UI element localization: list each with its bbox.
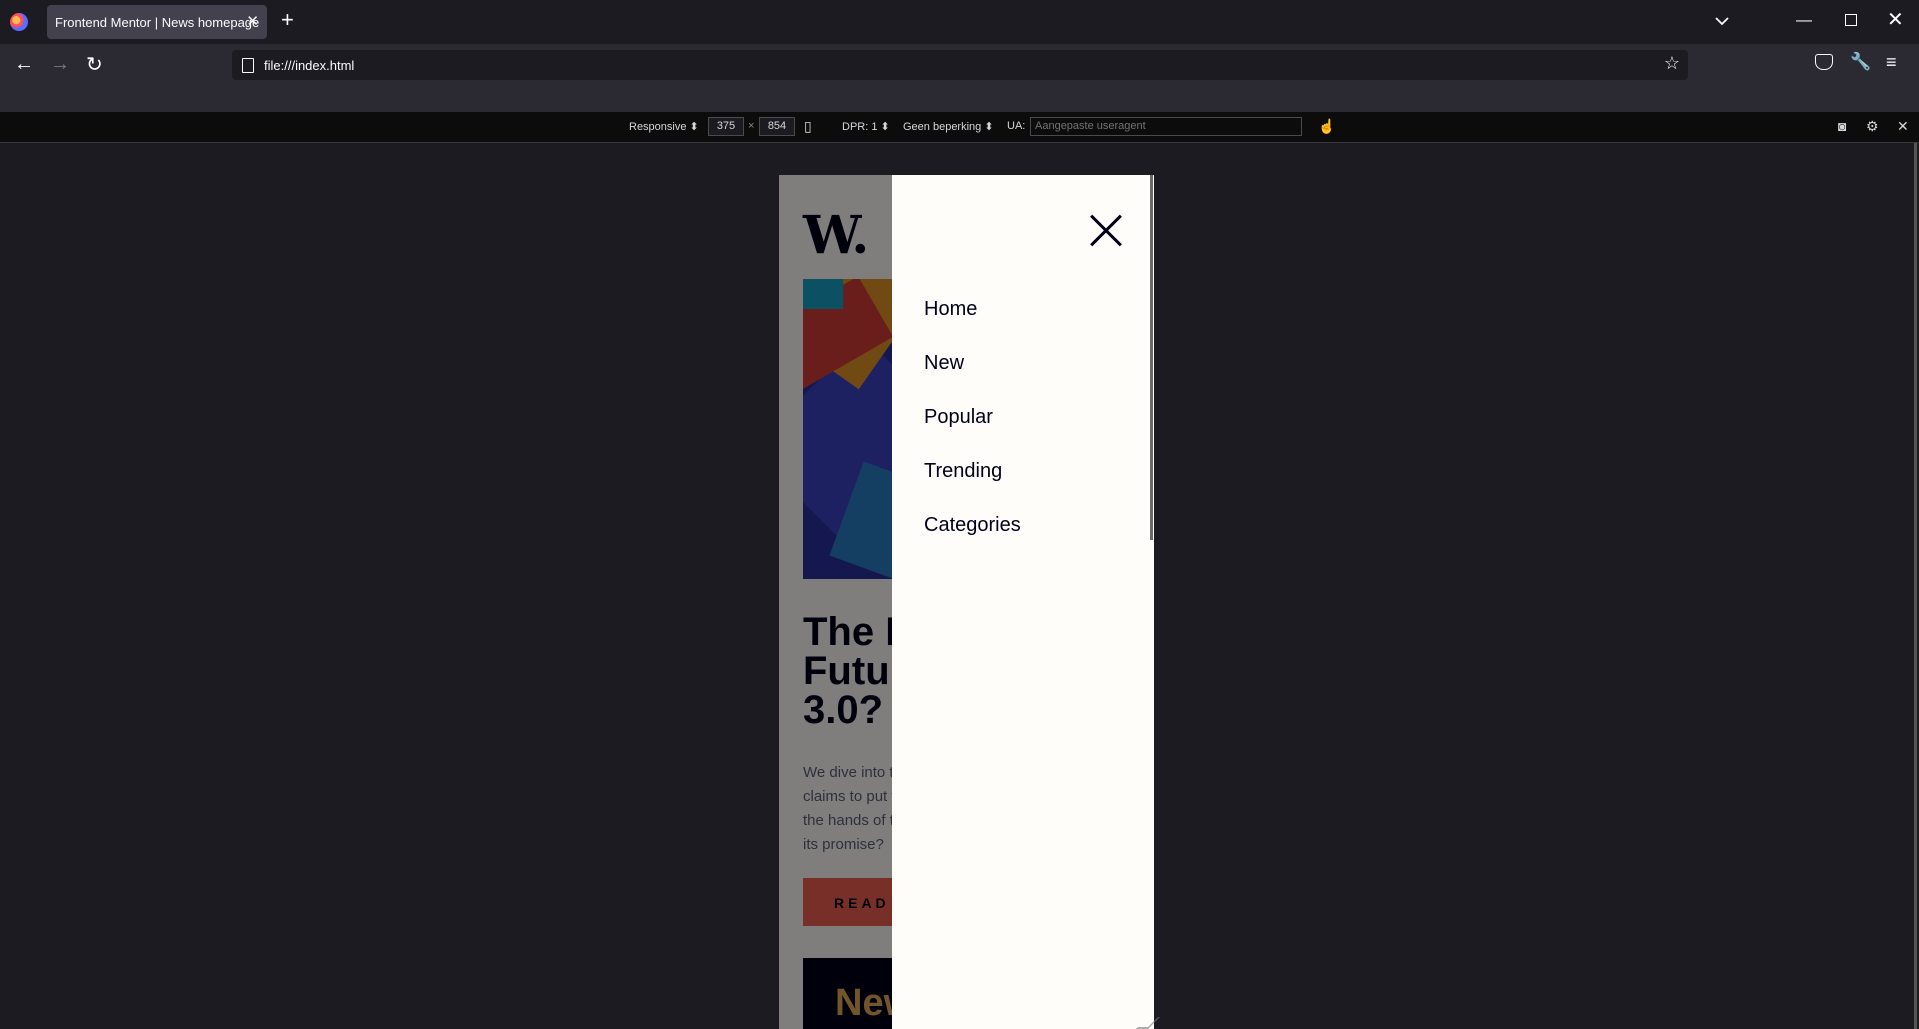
menu-item-popular[interactable]: Popular [924,405,1021,459]
close-window-icon[interactable]: ✕ [1887,7,1904,32]
device-viewport: W. The Bright Future of Web 3.0? We dive… [779,175,1154,1029]
star-icon[interactable]: ☆ [1664,53,1680,74]
device-selector[interactable]: Responsive ⬍ [629,120,699,133]
menu-item-new[interactable]: New [924,351,1021,405]
restore-window-icon[interactable] [1845,14,1857,26]
new-tab-button[interactable]: + [281,9,294,31]
network-throttle-selector[interactable]: Geen beperking ⬍ [903,120,994,133]
outer-scrollbar[interactable] [1914,143,1917,1029]
wrench-icon[interactable]: 🔧 [1850,52,1871,72]
settings-gear-icon[interactable]: ⚙ [1866,118,1879,135]
screenshot-icon[interactable]: ◙ [1838,118,1846,134]
user-agent-placeholder: Aangepaste useragent [1035,120,1146,132]
minimize-window-icon[interactable]: — [1796,12,1812,30]
viewport-scrollbar[interactable] [1150,175,1153,540]
tab-close-icon[interactable]: ✕ [246,12,259,30]
back-arrow-icon[interactable]: ← [14,53,34,76]
forward-arrow-icon: → [50,53,70,75]
dimension-separator: × [748,120,755,132]
firefox-logo-icon[interactable] [10,13,28,31]
url-bar[interactable]: file:///index.html ☆ [232,50,1688,80]
mobile-menu-drawer: Home New Popular Trending Categories [892,175,1154,1029]
reload-icon[interactable]: ↻ [86,52,103,77]
tab-active[interactable]: Frontend Mentor | News homepage ✕ [47,5,267,39]
page-icon [242,58,254,73]
viewport-width-input[interactable]: 375 [708,117,744,136]
navigation-bar: ← → ↻ file:///index.html ☆ 🔧 ≡ [0,44,1919,84]
touch-simulation-icon[interactable]: ☝ [1318,118,1335,135]
user-agent-input[interactable]: Aangepaste useragent [1030,117,1302,136]
chevron-down-icon[interactable] [1713,12,1731,30]
close-rdm-icon[interactable]: ✕ [1897,118,1909,135]
menu-item-categories[interactable]: Categories [924,513,1021,567]
close-menu-icon[interactable] [1089,213,1123,247]
hamburger-menu-icon[interactable]: ≡ [1886,52,1897,73]
viewport-height-input[interactable]: 854 [759,117,795,136]
rotate-device-icon[interactable]: ▯ [804,118,812,135]
responsive-design-toolbar: Responsive ⬍ 375 × 854 ▯ DPR: 1 ⬍ Geen b… [0,112,1919,143]
pocket-icon[interactable] [1815,54,1833,70]
menu-item-trending[interactable]: Trending [924,459,1021,513]
toolbar-spacer [0,84,1919,112]
menu-list: Home New Popular Trending Categories [924,297,1021,567]
menu-item-home[interactable]: Home [924,297,1021,351]
tab-bar: Frontend Mentor | News homepage ✕ + — ✕ [0,0,1919,44]
ua-label: UA: [1007,120,1026,132]
dpr-selector[interactable]: DPR: 1 ⬍ [842,120,890,133]
url-text[interactable]: file:///index.html [264,58,354,73]
tab-title: Frontend Mentor | News homepage [55,15,260,30]
